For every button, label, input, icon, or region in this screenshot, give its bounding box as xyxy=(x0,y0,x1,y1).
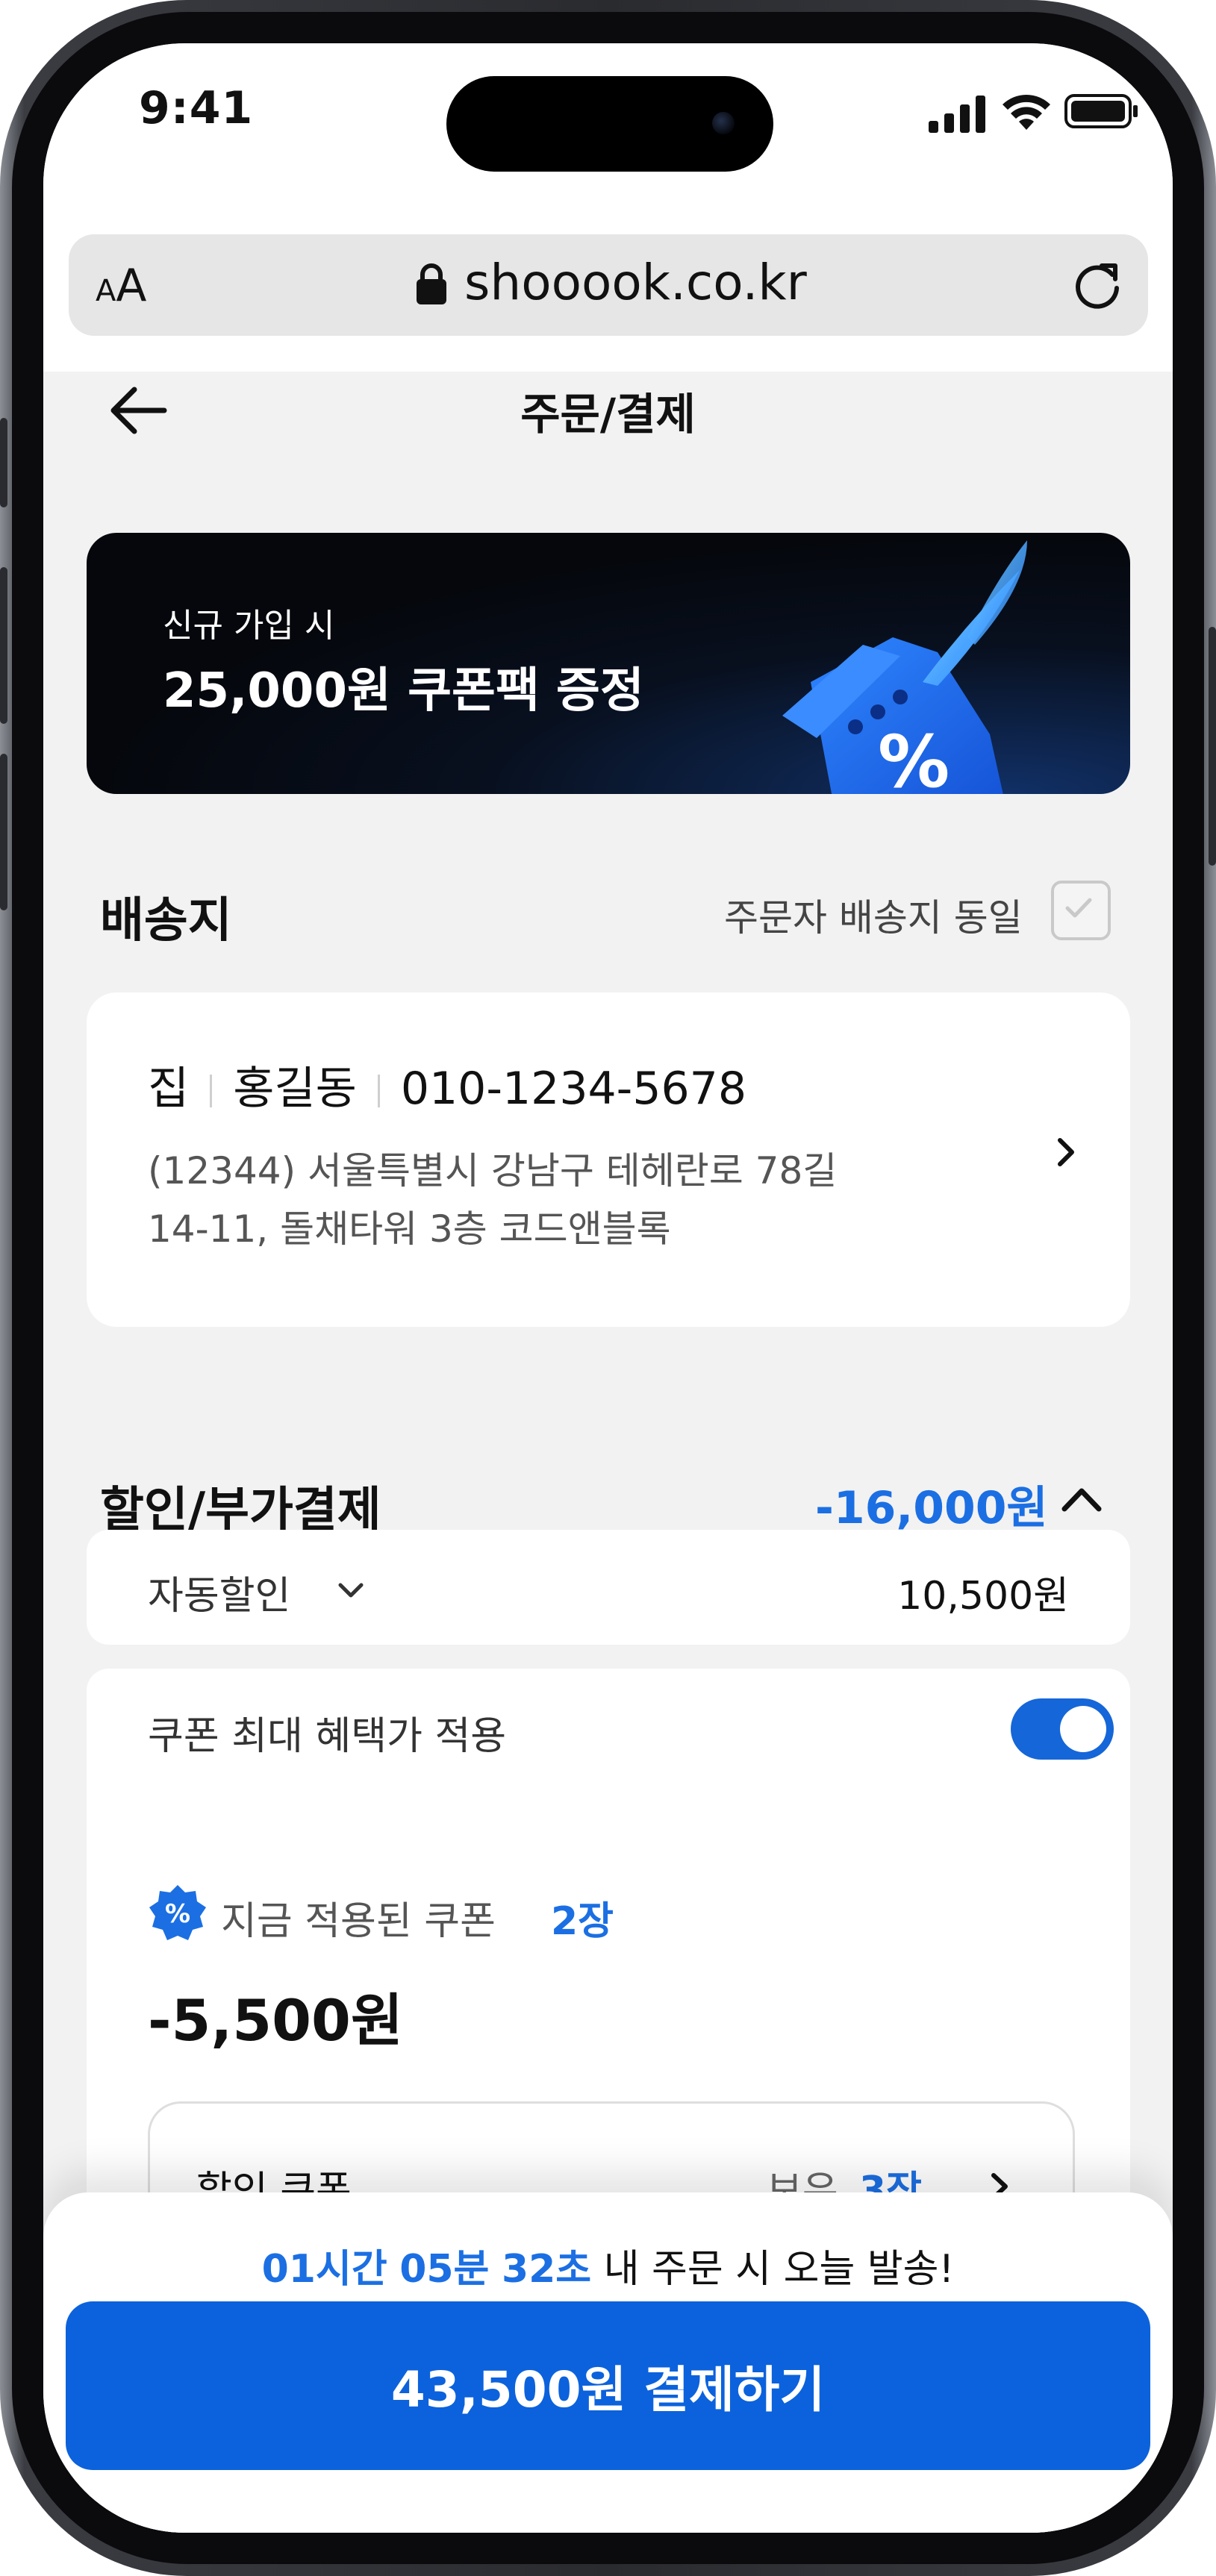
address-header: 집 홍길동 010-1234-5678 xyxy=(148,1052,746,1117)
timer-suffix: 내 주문 시 오늘 발송! xyxy=(603,2247,955,2292)
volume-up-button xyxy=(0,567,7,724)
applied-coupon-amount: -5,500원 xyxy=(148,1987,403,2054)
max-benefit-toggle[interactable] xyxy=(1011,1698,1114,1760)
checkout-sheet: 01시간 05분 32초 내 주문 시 오늘 발송! 43,500원 결제하기 xyxy=(43,2192,1173,2533)
shipping-section-title: 배송지 xyxy=(100,893,232,948)
address-card[interactable]: 집 홍길동 010-1234-5678 (12344) 서울특별시 강남구 테헤란로… xyxy=(87,992,1130,1327)
same-as-orderer-label: 주문자 배송지 동일 xyxy=(724,896,1023,940)
chevron-right-icon xyxy=(1058,1138,1074,1166)
status-bar: 9:41 xyxy=(43,43,1173,193)
wifi-icon xyxy=(1003,95,1050,130)
browser-toolbar: AA shooook.co.kr xyxy=(43,193,1173,372)
screen: 9:41 AA shooook.co.kr 주문/결제 신규 가입 시 25,0… xyxy=(43,43,1173,2533)
applied-coupon-label: 지금 적용된 쿠폰 xyxy=(221,1899,496,1944)
timer-hours: 01시간 xyxy=(261,2247,387,2292)
chevron-up-icon[interactable] xyxy=(1056,1473,1108,1525)
status-time: 9:41 xyxy=(139,82,254,134)
check-icon xyxy=(1065,898,1092,918)
url-text[interactable]: shooook.co.kr xyxy=(464,254,807,311)
recipient-phone: 010-1234-5678 xyxy=(400,1063,747,1115)
auto-discount-value: 10,500원 xyxy=(897,1574,1069,1619)
applied-coupon-count: 2장 xyxy=(551,1899,614,1944)
chevron-down-icon xyxy=(338,1583,364,1598)
reload-icon[interactable] xyxy=(1069,257,1126,313)
auto-discount-row[interactable]: 자동할인 10,500원 xyxy=(87,1530,1130,1645)
address-line1: (12344) 서울특별시 강남구 테헤란로 78길 xyxy=(148,1149,838,1192)
power-button xyxy=(1209,627,1216,866)
discount-total: -16,000원 xyxy=(815,1482,1048,1534)
same-as-orderer-checkbox[interactable] xyxy=(1051,881,1111,940)
svg-text:%: % xyxy=(878,720,950,794)
recipient-name: 홍길동 xyxy=(233,1063,357,1115)
timer-minutes: 05분 xyxy=(399,2247,490,2292)
text-size-button[interactable]: AA xyxy=(96,260,146,312)
cellular-signal-icon xyxy=(929,96,985,133)
volume-down-button xyxy=(0,754,7,910)
auto-discount-label: 자동할인 xyxy=(148,1574,291,1619)
svg-text:%: % xyxy=(165,1899,190,1929)
discount-badge-icon: % xyxy=(149,1885,206,1940)
pay-button[interactable]: 43,500원 결제하기 xyxy=(66,2301,1150,2470)
page-title: 주문/결제 xyxy=(520,389,696,440)
address-bar[interactable]: AA shooook.co.kr xyxy=(69,234,1148,336)
lock-icon xyxy=(417,263,446,304)
battery-icon xyxy=(1064,94,1138,128)
signup-coupon-banner[interactable]: 신규 가입 시 25,000원 쿠폰팩 증정 % xyxy=(87,533,1130,794)
max-benefit-row: 쿠폰 최대 혜택가 적용 xyxy=(87,1669,1130,1818)
timer-seconds: 32초 xyxy=(501,2247,592,2292)
same-day-shipping-message: 01시간 05분 32초 내 주문 시 오늘 발송! xyxy=(43,2237,1173,2293)
banner-subtitle: 신규 가입 시 xyxy=(163,607,335,645)
address-name: 집 xyxy=(148,1063,190,1115)
address-line2: 14-11, 돌채타워 3층 코드앤블록 xyxy=(148,1207,671,1251)
dynamic-island xyxy=(446,76,773,172)
address-text: (12344) 서울특별시 강남구 테헤란로 78길 14-11, 돌채타워 3… xyxy=(148,1142,969,1258)
max-benefit-label: 쿠폰 최대 혜택가 적용 xyxy=(148,1714,507,1759)
banner-title: 25,000원 쿠폰팩 증정 xyxy=(163,663,644,719)
coupon-ticket-icon: % xyxy=(782,540,1027,794)
mute-switch xyxy=(0,418,7,507)
